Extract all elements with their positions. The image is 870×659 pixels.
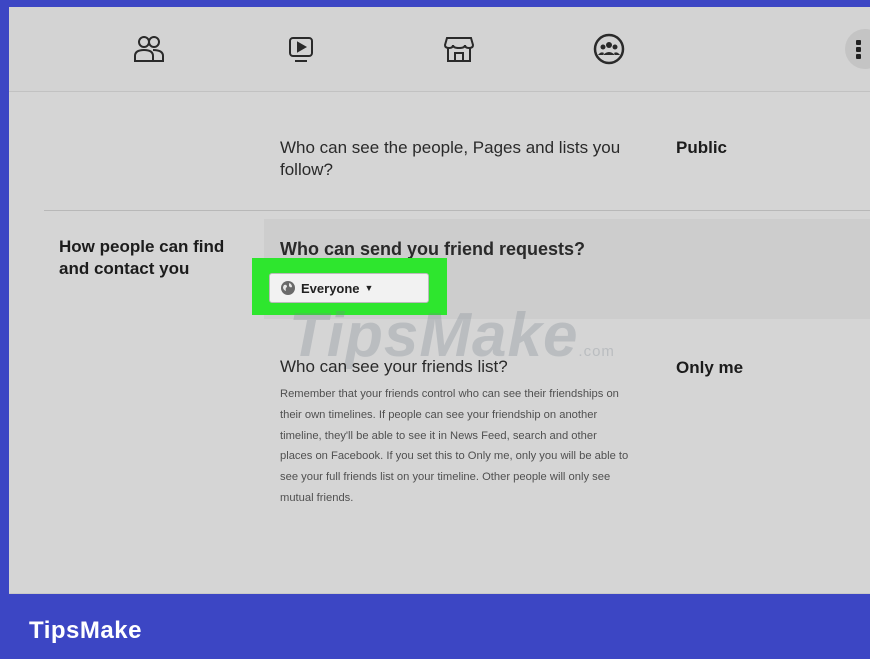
chevron-down-icon: ▼ (364, 283, 374, 293)
more-icon[interactable] (845, 29, 870, 69)
follow-visibility-question: Who can see the people, Pages and lists … (280, 138, 621, 179)
friends-list-description: Remember that your friends control who c… (280, 388, 629, 504)
friends-list-question: Who can see your friends list? (280, 357, 508, 376)
groups-icon[interactable] (589, 29, 629, 69)
dropdown-value: Everyone (301, 280, 360, 296)
friends-list-value[interactable]: Only me (676, 358, 743, 378)
brand-logo: TipsMake (29, 617, 142, 644)
friend-requests-question: Who can send you friend requests? (280, 239, 586, 259)
follow-visibility-value[interactable]: Public (676, 138, 727, 158)
friend-requests-dropdown[interactable]: Everyone ▼ (269, 273, 429, 303)
globe-icon (281, 281, 295, 295)
find-contact-section-label: How people can find and contact you (59, 237, 225, 278)
facebook-settings-window: Who can see the people, Pages and lists … (9, 7, 870, 594)
marketplace-icon[interactable] (439, 29, 479, 69)
friends-icon[interactable] (129, 29, 169, 69)
section-divider (44, 210, 870, 211)
watch-icon[interactable] (281, 29, 321, 69)
bottom-divider (9, 593, 870, 594)
top-navbar (9, 7, 870, 92)
